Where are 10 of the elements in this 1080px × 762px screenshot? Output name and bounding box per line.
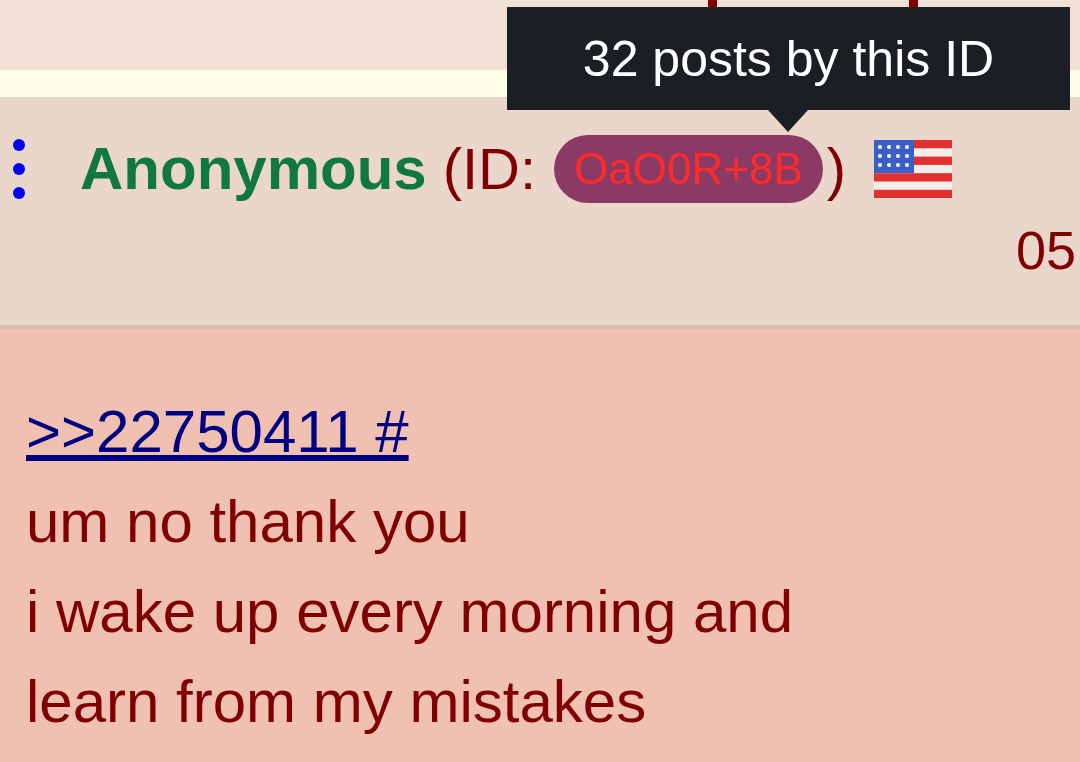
poster-name: Anonymous <box>80 139 427 199</box>
post-time: 05 <box>1015 223 1076 277</box>
flag-icon <box>874 140 953 198</box>
post-text: um no thank you <box>26 487 470 557</box>
post-text: i wake up every morning and <box>26 577 794 647</box>
tooltip: 32 posts by this ID <box>507 7 1070 110</box>
tooltip-pointer-icon <box>767 110 808 132</box>
menu-icon[interactable] <box>12 138 26 200</box>
quote-link[interactable]: >>22750411 # <box>26 398 409 465</box>
post-text: learn from my mistakes <box>26 667 647 737</box>
